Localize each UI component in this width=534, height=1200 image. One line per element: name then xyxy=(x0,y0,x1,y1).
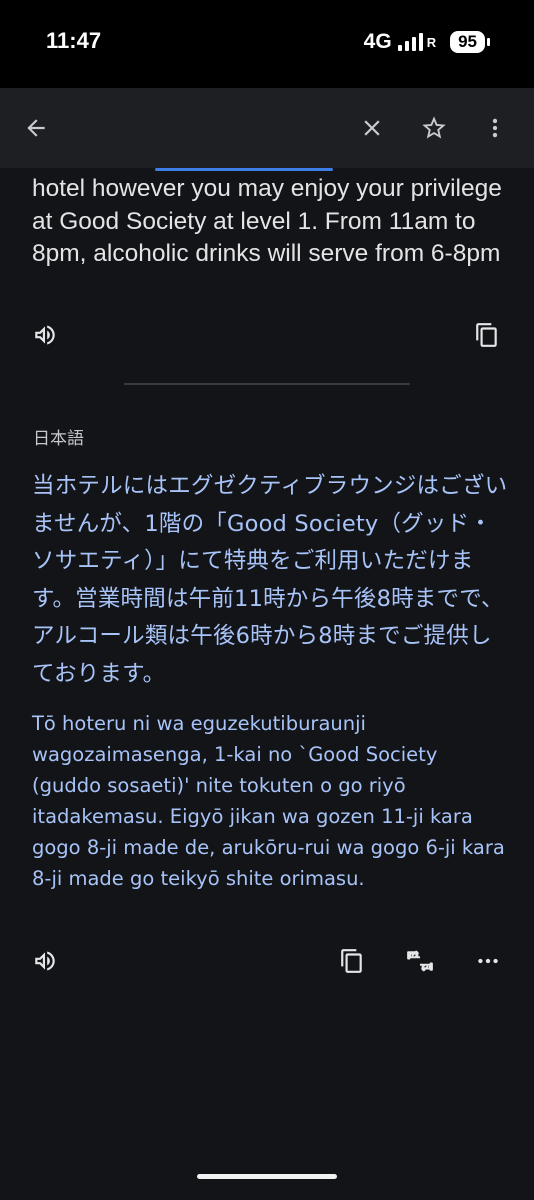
network-type: 4G xyxy=(363,30,392,53)
battery-icon: 95 xyxy=(450,31,490,53)
signal-icon xyxy=(397,33,423,51)
star-outline-icon[interactable] xyxy=(414,108,454,148)
romanization-text[interactable]: Tō hoteru ni wa eguzekutiburaunji wagoza… xyxy=(32,708,512,894)
close-icon[interactable] xyxy=(352,108,392,148)
copy-icon[interactable] xyxy=(470,318,504,352)
thumbs-up-down-icon[interactable] xyxy=(403,944,437,978)
source-text[interactable]: hotel however you may enjoy your privile… xyxy=(32,173,512,271)
status-time: 11:47 xyxy=(46,28,102,53)
battery-level: 95 xyxy=(450,31,485,53)
speaker-icon[interactable] xyxy=(28,944,62,978)
target-language-label: 日本語 xyxy=(33,429,84,449)
scroll-indicator xyxy=(155,168,333,171)
home-indicator[interactable] xyxy=(197,1174,337,1179)
roaming-indicator: R xyxy=(426,34,437,50)
translation-card: hotel however you may enjoy your privile… xyxy=(0,168,534,1200)
screen: 11:47 4G R 95 hotel however you may enjo… xyxy=(0,0,534,1200)
copy-icon[interactable] xyxy=(335,944,369,978)
source-actions xyxy=(0,318,534,358)
top-app-bar xyxy=(0,88,534,168)
more-vertical-icon[interactable] xyxy=(475,108,515,148)
translation-actions xyxy=(0,944,534,984)
status-bar: 11:47 4G R 95 xyxy=(0,0,534,88)
more-horizontal-icon[interactable] xyxy=(471,944,505,978)
status-indicators: 4G R 95 xyxy=(364,30,490,54)
arrow-back-icon[interactable] xyxy=(16,108,56,148)
speaker-icon[interactable] xyxy=(28,318,62,352)
translated-text[interactable]: 当ホテルにはエグゼクティブラウンジはございませんが、1階の「Good Socie… xyxy=(32,468,512,693)
divider xyxy=(124,383,410,385)
